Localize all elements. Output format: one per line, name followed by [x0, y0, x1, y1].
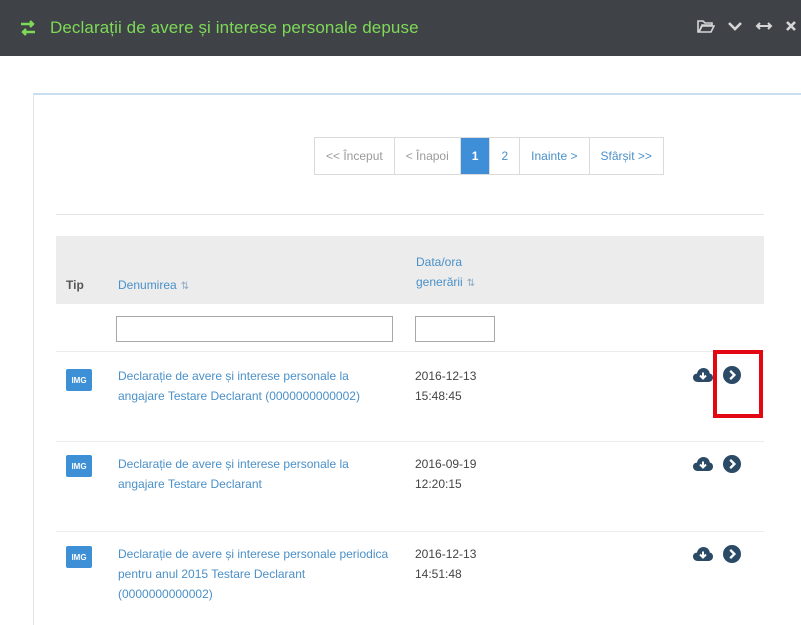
divider [56, 214, 764, 215]
table-header: Tip Denumirea ⇅ Data/ora generării ⇅ [56, 236, 764, 304]
window-title: Declarații de avere și interese personal… [50, 18, 419, 37]
generation-time: 14:51:48 [415, 567, 462, 581]
resize-horizontal-icon[interactable] [755, 18, 773, 34]
cloud-download-icon[interactable] [692, 455, 714, 473]
window-titlebar: Declarații de avere și interese personal… [0, 0, 801, 56]
generation-date: 2016-12-13 [415, 547, 477, 561]
pagination: << Început < Înapoi 1 2 Inainte > Sfârși… [314, 137, 664, 175]
generation-datetime: 2016-12-13 14:51:48 [415, 544, 505, 584]
generation-datetime: 2016-12-13 15:48:45 [415, 366, 505, 406]
chevron-circle-right-icon[interactable] [722, 454, 742, 474]
pager-last-button[interactable]: Sfârșit >> [590, 138, 663, 174]
img-type-badge: IMG [66, 546, 92, 568]
column-header-date-line1: Data/ora [416, 255, 463, 269]
column-header-name-label: Denumirea [118, 278, 177, 292]
generation-date: 2016-09-19 [415, 457, 477, 471]
declaration-name-link[interactable]: Declarație de avere și interese personal… [118, 454, 396, 494]
folder-open-icon[interactable] [697, 18, 715, 34]
row-actions [692, 544, 742, 564]
cloud-download-icon[interactable] [692, 545, 714, 563]
pager-page-1[interactable]: 1 [460, 138, 491, 174]
declaration-name-link[interactable]: Declarație de avere și interese personal… [118, 544, 396, 604]
img-type-badge: IMG [66, 369, 92, 391]
pager-next-button[interactable]: Inainte > [520, 138, 590, 174]
sort-icon[interactable]: ⇅ [181, 281, 189, 292]
name-filter-input[interactable] [116, 316, 393, 342]
table-row: IMG Declarație de avere și interese pers… [56, 352, 764, 442]
generation-datetime: 2016-09-19 12:20:15 [415, 454, 505, 494]
chevron-circle-right-icon[interactable] [722, 544, 742, 564]
pager-first-button[interactable]: << Început [315, 138, 395, 174]
column-header-tip: Tip [66, 278, 84, 292]
generation-time: 12:20:15 [415, 477, 462, 491]
cloud-download-icon[interactable] [692, 366, 714, 384]
close-icon[interactable] [785, 18, 797, 34]
table-row: IMG Declarație de avere și interese pers… [56, 442, 764, 532]
pager-page-2[interactable]: 2 [490, 138, 521, 174]
table-row: IMG Declarație de avere și interese pers… [56, 532, 764, 625]
highlight-annotation-box [713, 350, 763, 418]
declaration-name-link[interactable]: Declarație de avere și interese personal… [118, 366, 396, 406]
date-filter-input[interactable] [415, 316, 495, 342]
swap-arrows-icon [18, 18, 38, 38]
column-header-date-line2: generării [416, 275, 463, 289]
column-header-date[interactable]: Data/ora generării ⇅ [416, 252, 536, 294]
pager-prev-button[interactable]: < Înapoi [395, 138, 461, 174]
generation-date: 2016-12-13 [415, 369, 477, 383]
sort-icon[interactable]: ⇅ [467, 278, 475, 289]
filter-row [56, 304, 764, 352]
generation-time: 15:48:45 [415, 389, 462, 403]
img-type-badge: IMG [66, 455, 92, 477]
window-tools [697, 18, 797, 34]
chevron-down-icon[interactable] [727, 18, 743, 34]
row-actions [692, 454, 742, 474]
column-header-name[interactable]: Denumirea ⇅ [118, 278, 189, 292]
